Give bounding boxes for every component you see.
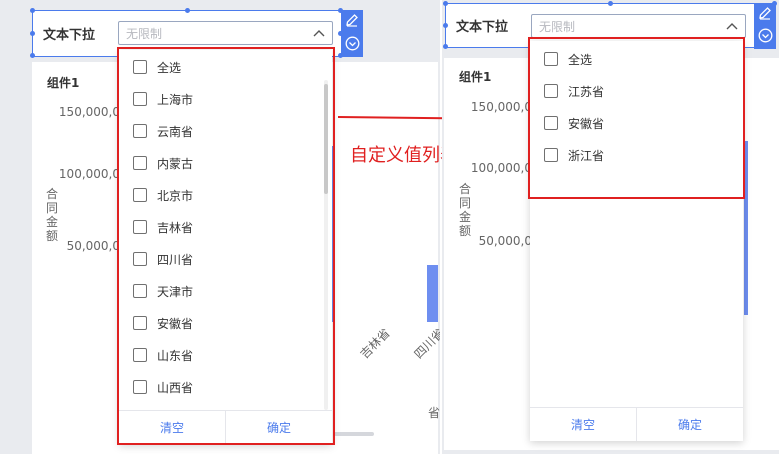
resize-handle[interactable]	[30, 31, 35, 36]
chevron-up-icon[interactable]	[313, 22, 325, 44]
resize-handle[interactable]	[443, 23, 448, 28]
chart-title: 组件1	[459, 70, 492, 84]
select-placeholder: 无限制	[539, 19, 576, 34]
y-tick: 150,000,0	[470, 100, 532, 114]
y-tick: 50,000,0	[478, 234, 532, 248]
filter-label: 文本下拉	[43, 28, 96, 43]
highlight-box	[117, 47, 335, 445]
highlight-box	[528, 37, 745, 199]
chevron-down-circle-icon[interactable]	[345, 36, 360, 55]
y-tick: 100,000,0	[58, 167, 120, 181]
chart-bar	[427, 265, 438, 322]
y-axis-label: 合同金额	[459, 182, 472, 238]
horizontal-scrollbar[interactable]	[334, 432, 374, 436]
resize-handle[interactable]	[443, 44, 448, 49]
chevron-up-icon[interactable]	[726, 15, 738, 37]
resize-handle[interactable]	[443, 1, 448, 6]
clear-button[interactable]: 清空	[530, 408, 636, 441]
x-tick: 吉林省	[357, 325, 393, 362]
dropdown-footer: 清空 确定	[530, 407, 743, 441]
widget-toolbar	[341, 10, 363, 57]
resize-handle[interactable]	[30, 8, 35, 13]
x-axis-label: 省	[428, 406, 440, 420]
y-axis-label: 合同金额	[46, 187, 59, 243]
edit-icon[interactable]	[758, 5, 772, 24]
widget-toolbar	[754, 3, 776, 49]
y-tick: 100,000,0	[470, 161, 532, 175]
select-box[interactable]: 无限制	[531, 14, 746, 38]
select-box[interactable]: 无限制	[118, 21, 333, 45]
chart-title: 组件1	[47, 76, 80, 90]
resize-handle[interactable]	[30, 53, 35, 58]
resize-handle[interactable]	[608, 1, 613, 6]
left-dashboard-panel: 组件1 150,000,0 100,000,0 50,000,0 合同金额 吉林…	[0, 0, 440, 454]
x-tick: 四川省	[411, 325, 440, 362]
confirm-button[interactable]: 确定	[636, 408, 743, 441]
resize-handle[interactable]	[185, 8, 190, 13]
right-dashboard-panel: 组件1 150,000,0 100,000,0 50,000,0 合同金额 文本…	[442, 0, 779, 454]
select-placeholder: 无限制	[126, 26, 163, 41]
filter-label: 文本下拉	[456, 20, 509, 35]
y-tick: 150,000,0	[58, 105, 120, 119]
chevron-down-circle-icon[interactable]	[758, 28, 773, 47]
edit-icon[interactable]	[345, 12, 359, 31]
